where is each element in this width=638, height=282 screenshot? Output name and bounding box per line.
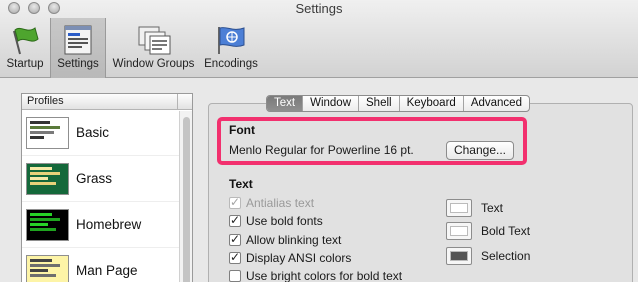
profile-name: Basic	[76, 125, 110, 140]
checkbox-label: Allow blinking text	[246, 233, 342, 247]
checkbox[interactable]	[229, 213, 241, 227]
antialias-text-checkbox[interactable]: Antialias text	[229, 195, 315, 210]
bold-text-color-row: Bold Text	[446, 222, 530, 240]
list-item-homebrew[interactable]: Homebrew	[22, 202, 192, 248]
window-title: Settings	[295, 1, 343, 16]
checkbox[interactable]	[229, 270, 241, 282]
preferences-toolbar: Startup Settings Window Groups Encodings	[0, 18, 261, 78]
toolbar-startup[interactable]: Startup	[0, 18, 50, 78]
profiles-scrollbar[interactable]	[179, 111, 192, 282]
bold-text-color-well[interactable]	[446, 222, 472, 240]
toolbar-settings[interactable]: Settings	[50, 18, 106, 78]
tab-keyboard[interactable]: Keyboard	[400, 96, 464, 111]
color-label: Selection	[481, 249, 531, 263]
flag-icon	[7, 25, 43, 55]
window-titlebar: Settings Startup Settings Window Groups …	[0, 0, 638, 78]
list-item-man-page[interactable]: Man Page	[22, 248, 192, 282]
color-label: Text	[481, 201, 504, 215]
checkbox[interactable]	[229, 195, 241, 209]
profile-name: Man Page	[76, 263, 138, 278]
text-color-well[interactable]	[446, 199, 472, 217]
toolbar-window-groups[interactable]: Window Groups	[106, 18, 201, 78]
toolbar-encodings[interactable]: Encodings	[201, 18, 261, 78]
checkbox-label: Use bold fonts	[246, 214, 323, 228]
window-groups-icon	[136, 25, 172, 55]
column-divider	[177, 94, 178, 110]
selection-color-well[interactable]	[446, 247, 472, 265]
font-highlight-annotation	[217, 117, 527, 165]
tab-text[interactable]: Text	[267, 96, 304, 111]
checkbox[interactable]	[229, 232, 241, 246]
settings-tabs: Text Window Shell Keyboard Advanced	[266, 95, 530, 112]
tab-advanced[interactable]: Advanced	[464, 96, 529, 111]
profile-preview	[26, 116, 69, 149]
color-label: Bold Text	[481, 224, 531, 238]
allow-blinking-text-checkbox[interactable]: Allow blinking text	[229, 232, 342, 247]
profiles-list[interactable]: Profiles Basic Grass Homebrew Man Page	[21, 93, 193, 282]
text-color-row: Text	[446, 199, 503, 217]
checkbox-label: Antialias text	[246, 196, 315, 210]
use-bold-fonts-checkbox[interactable]: Use bold fonts	[229, 213, 323, 228]
checkbox-label: Use bright colors for bold text	[246, 269, 403, 282]
profile-preview	[26, 208, 69, 241]
tab-shell[interactable]: Shell	[359, 96, 400, 111]
profiles-header[interactable]: Profiles	[22, 94, 192, 110]
bright-colors-bold-checkbox[interactable]: Use bright colors for bold text	[229, 269, 402, 282]
text-section-title: Text	[229, 177, 253, 191]
tab-window[interactable]: Window	[303, 96, 359, 111]
encodings-flag-icon	[213, 25, 249, 55]
profile-name: Homebrew	[76, 217, 142, 232]
checkbox[interactable]	[229, 250, 241, 264]
list-item-basic[interactable]: Basic	[22, 110, 192, 156]
checkbox-label: Display ANSI colors	[246, 251, 352, 265]
display-ansi-colors-checkbox[interactable]: Display ANSI colors	[229, 250, 352, 265]
profile-preview	[26, 254, 69, 282]
scrollbar-thumb[interactable]	[183, 117, 190, 282]
profile-preview	[26, 162, 69, 195]
list-item-grass[interactable]: Grass	[22, 156, 192, 202]
selection-color-row: Selection	[446, 247, 530, 265]
settings-window-icon	[60, 25, 96, 55]
profile-name: Grass	[76, 171, 113, 186]
